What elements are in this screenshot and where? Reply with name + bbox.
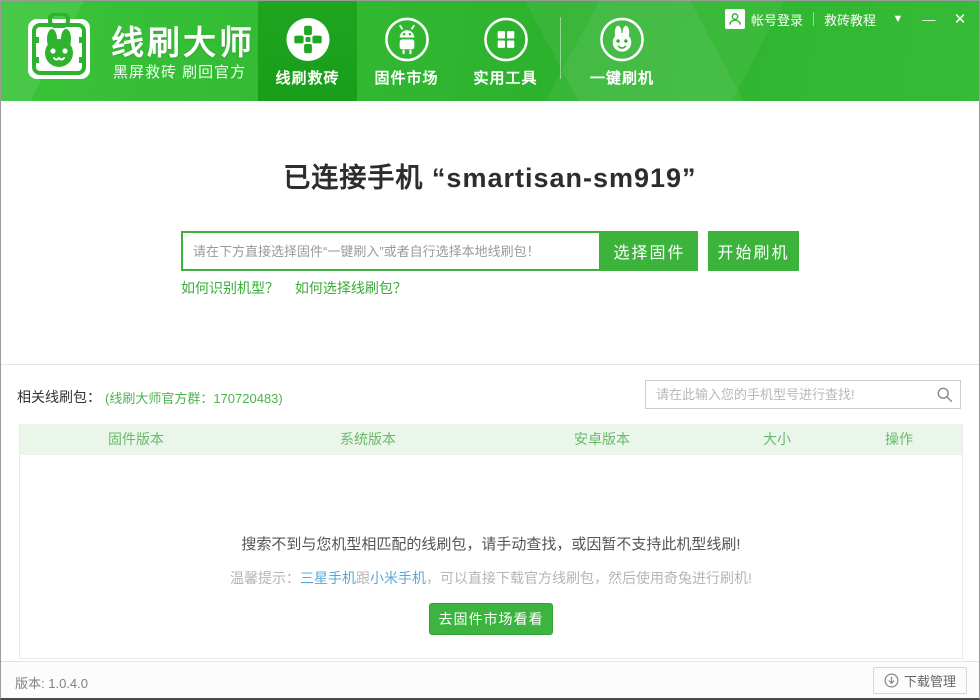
go-firmware-market-button[interactable]: 去固件市场看看 xyxy=(429,603,553,635)
model-search-input[interactable] xyxy=(645,380,961,409)
samsung-link[interactable]: 三星手机 xyxy=(300,570,356,586)
choose-package-link[interactable]: 如何选择线刷包？ xyxy=(295,280,407,296)
menu-caret-button[interactable]: ▼ xyxy=(889,13,907,25)
select-firmware-button[interactable]: 选择固件 xyxy=(601,231,698,271)
no-results-message: 搜索不到与您机型相匹配的线刷包，请手动查找，或因暂不支持此机型线刷! xyxy=(241,536,741,553)
help-links: 如何识别机型？ 如何选择线刷包？ xyxy=(181,278,419,298)
firmware-path-input[interactable] xyxy=(181,231,601,271)
app-logo-icon xyxy=(27,12,91,81)
nav-tab-label: 一键刷机 xyxy=(589,70,654,87)
window-topbar: 帐号登录 救砖教程 ▼ — ✕ xyxy=(724,7,969,31)
tip-suffix: ，可以直接下载官方线刷包，然后使用奇兔进行刷机! xyxy=(426,570,752,586)
dpad-icon xyxy=(284,16,331,63)
nav-divider xyxy=(560,17,561,79)
account-login-button[interactable]: 帐号登录 xyxy=(724,9,803,29)
person-icon xyxy=(724,9,745,29)
version-label: 版本: 1.0.4.0 xyxy=(15,676,88,691)
related-packages-label: 相关线刷包： xyxy=(17,389,101,405)
firmware-table: 固件版本 系统版本 安卓版本 大小 操作 搜索不到与您机型相匹配的线刷包，请手动… xyxy=(19,424,963,659)
rescue-tutorial-link[interactable]: 救砖教程 xyxy=(824,10,876,29)
table-header-android-version: 安卓版本 xyxy=(574,431,630,447)
main-nav: 线刷救砖 固件市场 实用工具 一键刷机 xyxy=(258,1,678,101)
table-header-firmware-version: 固件版本 xyxy=(108,431,164,447)
nav-tab-one-key-flash[interactable]: 一键刷机 xyxy=(566,1,678,101)
nav-tab-flash-rescue[interactable]: 线刷救砖 xyxy=(258,1,357,101)
rabbit-icon xyxy=(599,16,646,63)
nav-tab-label: 固件市场 xyxy=(374,70,439,87)
nav-tab-tools[interactable]: 实用工具 xyxy=(456,1,555,101)
grid-icon xyxy=(482,16,529,63)
minimize-button[interactable]: — xyxy=(920,12,938,27)
nav-tab-label: 实用工具 xyxy=(473,70,538,87)
section-divider xyxy=(1,364,979,365)
xiaomi-link[interactable]: 小米手机 xyxy=(370,570,426,586)
tip-middle: 跟 xyxy=(356,570,371,586)
table-header-system-version: 系统版本 xyxy=(340,431,396,447)
tip-prefix: 温馨提示： xyxy=(230,570,301,586)
footer-bar: 版本: 1.0.4.0 下载管理 xyxy=(1,661,979,698)
firmware-table-header: 固件版本 系统版本 安卓版本 大小 操作 xyxy=(20,424,962,455)
close-button[interactable]: ✕ xyxy=(951,10,969,28)
tip-message: 温馨提示：三星手机跟小米手机，可以直接下载官方线刷包，然后使用奇兔进行刷机! xyxy=(20,568,962,588)
nav-tab-firmware-market[interactable]: 固件市场 xyxy=(357,1,456,101)
app-title: 线刷大师 xyxy=(111,24,255,61)
search-icon[interactable] xyxy=(936,386,953,403)
app-window: 线刷大师 黑屏救砖 刷回官方 线刷救砖 固件市场 实用工具 一键刷机 帐号登录 … xyxy=(0,0,980,700)
table-header-action: 操作 xyxy=(885,431,913,447)
table-header-size: 大小 xyxy=(763,431,791,447)
download-manager-label: 下载管理 xyxy=(903,674,956,689)
identify-model-link[interactable]: 如何识别机型？ xyxy=(181,280,279,296)
topbar-divider xyxy=(812,12,814,26)
header-bar: 线刷大师 黑屏救砖 刷回官方 线刷救砖 固件市场 实用工具 一键刷机 帐号登录 … xyxy=(1,1,979,101)
download-manager-button[interactable]: 下载管理 xyxy=(873,667,967,694)
official-group-info: (线刷大师官方群：170720483) xyxy=(105,391,283,406)
connected-phone-title: 已连接手机 “smartisan-sm919” xyxy=(283,163,697,193)
download-icon xyxy=(884,673,899,688)
start-flash-button[interactable]: 开始刷机 xyxy=(708,231,799,271)
nav-tab-label: 线刷救砖 xyxy=(275,70,340,87)
firmware-table-body: 搜索不到与您机型相匹配的线刷包，请手动查找，或因暂不支持此机型线刷! 温馨提示：… xyxy=(20,455,962,659)
account-login-label: 帐号登录 xyxy=(750,12,803,28)
android-icon xyxy=(383,16,430,63)
app-subtitle: 黑屏救砖 刷回官方 xyxy=(113,64,247,81)
